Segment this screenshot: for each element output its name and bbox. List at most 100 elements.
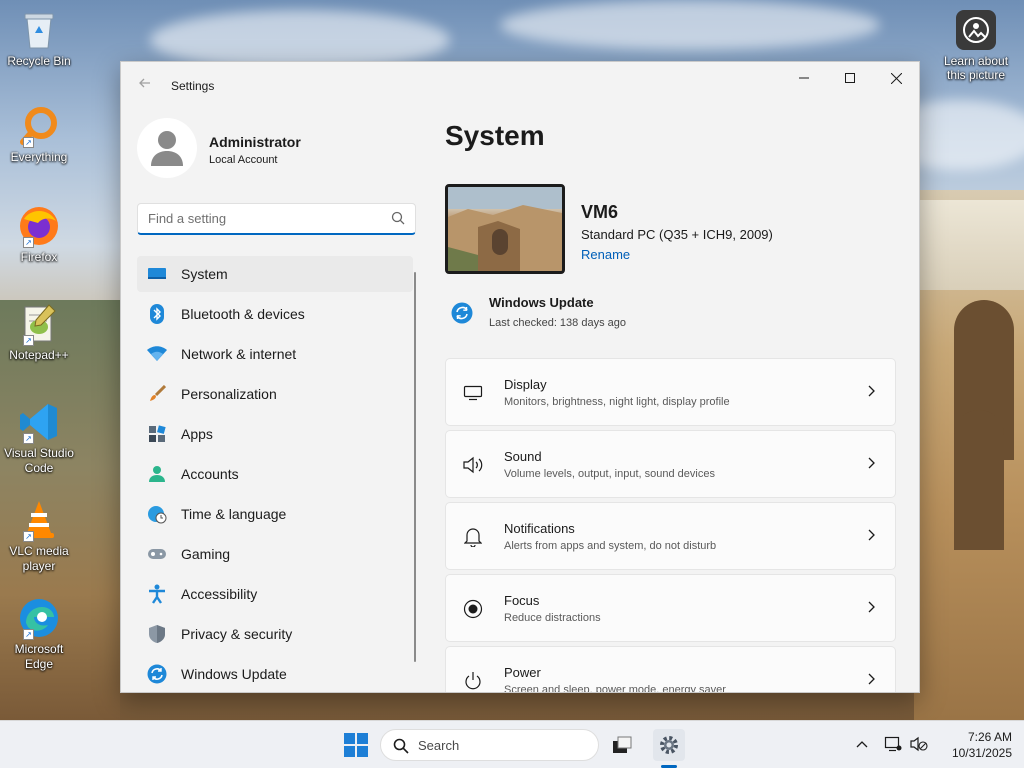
taskbar-app-settings[interactable]: [653, 729, 685, 761]
taskbar-clock[interactable]: 7:26 AM 10/31/2025: [938, 729, 1012, 761]
nav-item-label: Gaming: [181, 546, 231, 562]
card-subtitle: Alerts from apps and system, do not dist…: [504, 540, 717, 552]
network-tray-button[interactable]: [884, 735, 902, 753]
settings-card-sound[interactable]: Sound Volume levels, output, input, soun…: [445, 430, 896, 498]
vlc-icon: ↗: [17, 498, 61, 542]
desktop-icon-label: Recycle Bin: [7, 54, 71, 68]
nav-item-system[interactable]: System: [137, 256, 413, 292]
close-button[interactable]: [873, 62, 919, 94]
settings-card-notifications[interactable]: Notifications Alerts from apps and syste…: [445, 502, 896, 570]
page-title: System: [445, 120, 545, 151]
bell-icon: [462, 526, 484, 548]
nav-item-label: Windows Update: [181, 666, 287, 682]
firefox-icon: ↗: [17, 204, 61, 248]
nav-item-label: Accounts: [181, 466, 239, 482]
minimize-button[interactable]: [781, 62, 827, 94]
everything-search-icon: ↗: [17, 104, 61, 148]
nav-item-label: Network & internet: [181, 346, 297, 362]
profile-name: Administrator: [209, 134, 301, 150]
user-profile[interactable]: Administrator Local Account: [137, 118, 417, 178]
card-title: Focus: [504, 593, 540, 608]
device-wallpaper-thumbnail[interactable]: [445, 184, 565, 274]
card-subtitle: Reduce distractions: [504, 612, 601, 624]
focus-icon: [462, 598, 484, 620]
nav-item-apps[interactable]: Apps: [137, 416, 413, 452]
chevron-up-icon: [856, 741, 868, 748]
show-hidden-icons-button[interactable]: [853, 735, 871, 753]
start-button[interactable]: [344, 733, 368, 757]
nav-item-windows-update[interactable]: Windows Update: [137, 656, 413, 692]
settings-nav: System Bluetooth & devices Network & int…: [137, 256, 417, 692]
taskbar: Search 7:26 AM 10/31/2025: [0, 720, 1024, 768]
settings-card-display[interactable]: Display Monitors, brightness, night ligh…: [445, 358, 896, 426]
device-name: VM6: [581, 202, 619, 222]
update-icon: [451, 302, 473, 324]
windows-logo-icon: [344, 733, 368, 757]
back-button[interactable]: [135, 76, 155, 96]
card-title: Sound: [504, 449, 542, 464]
settings-card-power[interactable]: Power Screen and sleep, power mode, ener…: [445, 646, 896, 692]
nav-item-network[interactable]: Network & internet: [137, 336, 413, 372]
nav-item-label: Time & language: [181, 506, 287, 522]
card-subtitle: Monitors, brightness, night light, displ…: [504, 396, 730, 408]
windows-update-status[interactable]: Windows Update Last checked: 138 days ag…: [451, 292, 851, 332]
gamepad-icon: [147, 544, 167, 564]
windows-update-title: Windows Update: [489, 295, 594, 310]
find-setting-box: [137, 203, 416, 235]
nav-item-privacy[interactable]: Privacy & security: [137, 616, 413, 652]
find-setting-input[interactable]: [138, 204, 378, 232]
apps-icon: [147, 424, 167, 444]
chevron-right-icon: [868, 529, 875, 541]
nav-item-time-language[interactable]: Time & language: [137, 496, 413, 532]
nav-item-gaming[interactable]: Gaming: [137, 536, 413, 572]
desktop-icon-everything[interactable]: ↗ Everything: [4, 104, 74, 165]
nav-item-personalization[interactable]: Personalization: [137, 376, 413, 412]
nav-item-label: Personalization: [181, 386, 277, 402]
volume-tray-button[interactable]: [910, 735, 928, 753]
system-icon: [147, 264, 167, 284]
card-subtitle: Volume levels, output, input, sound devi…: [504, 468, 715, 480]
settings-card-focus[interactable]: Focus Reduce distractions: [445, 574, 896, 642]
maximize-button[interactable]: [827, 62, 873, 94]
maximize-icon: [845, 73, 855, 83]
desktop-icon-notepadpp[interactable]: ↗ Notepad++: [4, 302, 74, 363]
nav-item-label: Privacy & security: [181, 626, 293, 642]
settings-window: Settings Administrator Local Account Sys…: [120, 61, 920, 693]
desktop-icon-label: Notepad++: [9, 348, 69, 362]
desktop-icon-edge[interactable]: ↗ Microsoft Edge: [4, 596, 74, 672]
nav-item-label: Bluetooth & devices: [181, 306, 305, 322]
minimize-icon: [799, 77, 809, 79]
monitor-icon: [462, 382, 484, 404]
desktop-icon-recycle-bin[interactable]: Recycle Bin: [4, 8, 74, 69]
nav-scrollbar[interactable]: [414, 272, 416, 662]
desktop-icon-label: Visual Studio Code: [4, 446, 74, 475]
desktop-icon-firefox[interactable]: ↗ Firefox: [4, 204, 74, 265]
nav-item-bluetooth[interactable]: Bluetooth & devices: [137, 296, 413, 332]
desktop-icon-vscode[interactable]: ↗ Visual Studio Code: [4, 400, 74, 476]
power-icon: [462, 670, 484, 692]
learn-about-picture[interactable]: Learn about this picture: [940, 10, 1012, 82]
globe-clock-icon: [147, 504, 167, 524]
window-title: Settings: [171, 79, 215, 93]
desktop-icon-label: Microsoft Edge: [14, 642, 64, 671]
clock-time: 7:26 AM: [967, 730, 1012, 744]
wifi-icon: [147, 344, 167, 364]
nav-item-accessibility[interactable]: Accessibility: [137, 576, 413, 612]
taskbar-search[interactable]: Search: [380, 729, 599, 761]
taskbar-app-task-view[interactable]: [606, 729, 638, 761]
nav-item-accounts[interactable]: Accounts: [137, 456, 413, 492]
update-icon: [147, 664, 167, 684]
search-icon[interactable]: [391, 211, 405, 225]
desktop-icon-vlc[interactable]: ↗ VLC media player: [4, 498, 74, 574]
back-arrow-icon: [139, 78, 150, 88]
rename-link[interactable]: Rename: [581, 247, 630, 262]
title-bar: Settings: [121, 62, 919, 110]
task-view-icon: [613, 736, 632, 753]
device-summary: VM6 Standard PC (Q35 + ICH9, 2009) Renam…: [445, 184, 905, 276]
card-title: Notifications: [504, 521, 575, 536]
avatar: [137, 118, 197, 178]
nav-item-label: Apps: [181, 426, 213, 442]
volume-muted-icon: [910, 736, 928, 752]
device-model: Standard PC (Q35 + ICH9, 2009): [581, 227, 773, 242]
nav-item-label: Accessibility: [181, 586, 258, 602]
